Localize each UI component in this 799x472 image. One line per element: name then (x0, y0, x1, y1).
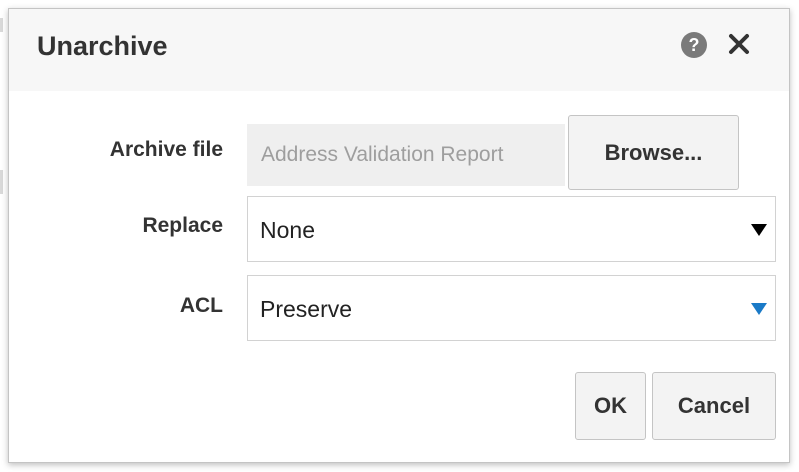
cancel-button[interactable]: Cancel (652, 372, 776, 440)
archive-file-input[interactable]: Address Validation Report (247, 124, 565, 186)
replace-label: Replace (142, 214, 223, 237)
dialog-title: Unarchive (37, 31, 168, 61)
browse-button[interactable]: Browse... (568, 115, 739, 190)
acl-label: ACL (179, 294, 223, 317)
background-edge-mark (0, 18, 3, 32)
archive-file-label: Archive file (109, 138, 223, 161)
archive-file-value: Address Validation Report (261, 143, 504, 166)
background-edge-mark (0, 170, 3, 194)
unarchive-dialog: Unarchive ? Archive file Address Validat… (8, 8, 790, 463)
acl-select[interactable]: Preserve (247, 275, 776, 341)
chevron-down-icon (751, 223, 767, 236)
replace-select[interactable]: None (247, 196, 776, 262)
close-icon[interactable] (722, 27, 756, 61)
ok-button[interactable]: OK (575, 372, 646, 440)
acl-select-value: Preserve (260, 296, 353, 322)
chevron-down-icon (751, 302, 767, 315)
help-icon[interactable]: ? (681, 32, 707, 58)
replace-select-value: None (260, 217, 315, 243)
dialog-header: Unarchive ? (9, 9, 789, 91)
